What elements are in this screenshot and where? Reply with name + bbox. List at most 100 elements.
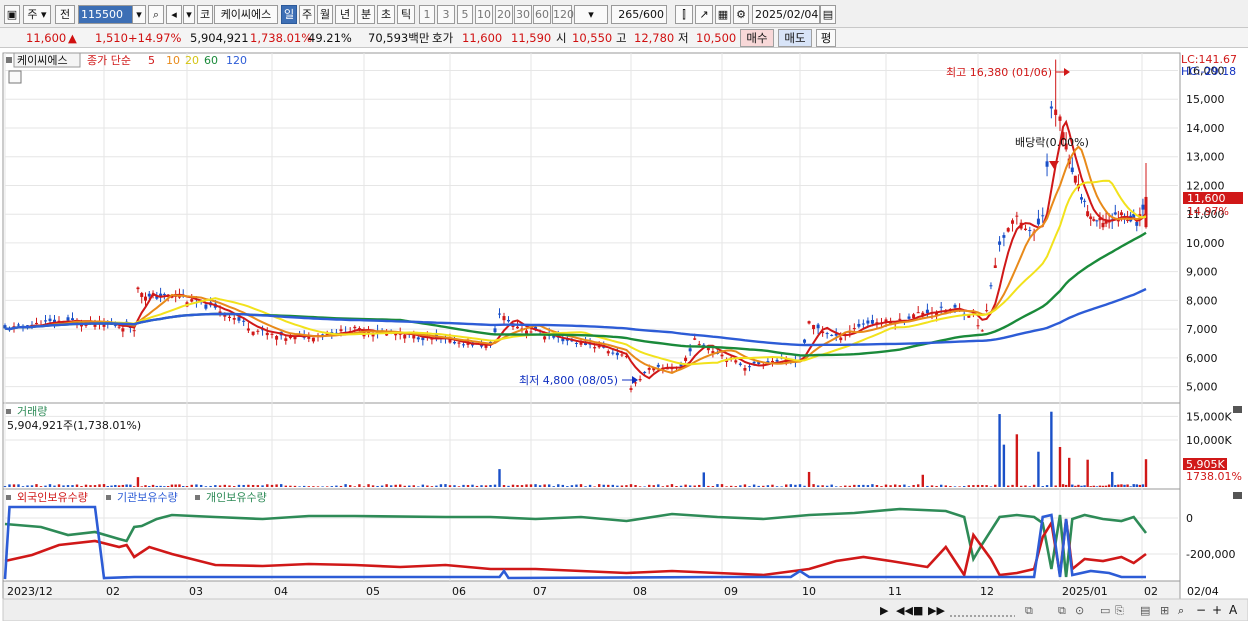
calendar-icon[interactable]: ▤ [820, 5, 836, 24]
volume-menu-icon[interactable] [6, 409, 11, 414]
candle-body [734, 360, 738, 363]
interval-1[interactable]: 1 [419, 5, 435, 24]
volume-bar [228, 485, 231, 487]
volume-bar [1141, 484, 1145, 487]
interval-60[interactable]: 60 [533, 5, 551, 24]
volume-tick-label: 15,000K [1186, 410, 1232, 423]
candle-body [394, 333, 398, 336]
pin-icon[interactable]: ⊙ [1075, 604, 1084, 617]
search-icon[interactable]: ⌕ [148, 5, 164, 24]
holdings-menu-icon-2[interactable] [106, 495, 111, 500]
interval-20[interactable]: 20 [495, 5, 513, 24]
draw-tool-icon[interactable]: ↗ [695, 5, 713, 24]
copy-icon[interactable]: ⎘ [1115, 604, 1124, 617]
candle-body [852, 328, 856, 330]
volume-bar [529, 484, 533, 487]
volume-bar [307, 486, 310, 487]
volume-bar [439, 484, 443, 487]
split-icon[interactable]: ⊞ [1160, 604, 1169, 617]
volume-bar [84, 484, 88, 487]
candle-body [1086, 211, 1090, 217]
balance-button[interactable]: 평 [816, 29, 836, 47]
period-week[interactable]: 주 [299, 5, 315, 24]
panel-menu-icon[interactable] [6, 57, 12, 63]
gear-icon[interactable]: ⚙ [733, 5, 749, 24]
date-input[interactable]: 2025/02/04 [752, 5, 820, 24]
volume-bar [1101, 485, 1105, 487]
window-menu-icon[interactable]: ▣ [4, 5, 20, 24]
volume-bar [1068, 457, 1071, 487]
prev-button[interactable]: 전 [55, 5, 75, 24]
volume-bar [593, 486, 596, 487]
holdings-close-icon[interactable] [1233, 492, 1242, 499]
holdings-menu-icon[interactable] [6, 495, 11, 500]
grid-icon[interactable]: ▦ [715, 5, 731, 24]
period-month[interactable]: 월 [317, 5, 333, 24]
candle-body [1002, 235, 1006, 238]
volume-bar [702, 472, 705, 487]
volume-bar [448, 485, 452, 487]
zoom-in-icon[interactable]: + [1212, 603, 1222, 617]
period-minute[interactable]: 분 [357, 5, 375, 24]
sell-button[interactable]: 매도 [778, 29, 812, 47]
period-tick[interactable]: 틱 [397, 5, 415, 24]
interval-30[interactable]: 30 [514, 5, 532, 24]
calculator-icon[interactable] [8, 70, 22, 84]
chart-area[interactable]: 16,000 15,000 14,000 13,000 12,000 11,000 10,0… [0, 49, 1248, 622]
layout-icon[interactable]: ⧉ [1025, 604, 1033, 617]
holdings-tick-label: 0 [1186, 512, 1193, 525]
period-second[interactable]: 초 [377, 5, 395, 24]
speaker-icon[interactable]: ◂ [166, 5, 182, 24]
volume-ratio: 1,738.01% [250, 31, 313, 45]
window-icon[interactable]: ▭ [1100, 604, 1110, 617]
font-size-icon[interactable]: A [1229, 603, 1238, 617]
compare-icon[interactable]: ⧉ [1058, 604, 1066, 617]
kor-button[interactable]: 코 [197, 5, 213, 24]
volume-bar [940, 484, 943, 487]
price-tick-label: 10,000 [1186, 237, 1225, 250]
volume-bar [661, 486, 665, 487]
volume-bar [575, 484, 578, 487]
volume-bar [344, 484, 347, 487]
zoom-out-icon[interactable]: − [1196, 603, 1206, 617]
candle-body [857, 323, 861, 327]
speaker-dropdown-icon[interactable]: ▾ [183, 5, 195, 24]
volume-bar [174, 484, 177, 487]
volume-bar [144, 485, 147, 487]
volume-bar [303, 485, 306, 487]
volume-bar [616, 485, 619, 487]
rewind-icon[interactable]: ◀◀ [896, 604, 913, 617]
market-code: 주 [27, 8, 38, 21]
interval-120[interactable]: 120 [552, 5, 574, 24]
stop-icon[interactable]: ■ [913, 604, 923, 617]
holdings-series-foreign: 외국인보유수량 [17, 491, 88, 504]
volume-bar [251, 484, 255, 487]
bar-count-field[interactable]: 265/600 [611, 5, 667, 24]
volume-close-icon[interactable] [1233, 406, 1242, 413]
volume-bar [1135, 484, 1138, 487]
candle-body [507, 319, 510, 322]
volume-bar [8, 484, 11, 487]
volume-bar [417, 486, 420, 487]
volume-bar [462, 484, 465, 487]
buy-button[interactable]: 매수 [740, 29, 774, 47]
custom-interval-select[interactable]: ▾ [574, 5, 608, 24]
market-select[interactable]: 주 ▾ [23, 5, 51, 24]
chevron-down-icon[interactable]: ▾ [132, 5, 146, 24]
current-price: 11,600 [26, 31, 67, 45]
forward-icon[interactable]: ▶▶ [928, 604, 945, 617]
panel-icon[interactable]: ▤ [1140, 604, 1150, 617]
interval-3[interactable]: 3 [437, 5, 455, 24]
volume-bar [762, 485, 765, 487]
volume-bar [757, 485, 760, 487]
candle-style-icon[interactable]: ⫿ [675, 5, 693, 24]
volume-bar [247, 484, 250, 487]
play-icon[interactable]: ▶ [880, 604, 889, 617]
interval-5[interactable]: 5 [457, 5, 473, 24]
interval-10[interactable]: 10 [475, 5, 493, 24]
zoom-icon[interactable]: ⌕ [1178, 604, 1184, 617]
holdings-menu-icon-3[interactable] [195, 495, 200, 500]
ma-10: 10 [166, 54, 180, 67]
period-day[interactable]: 일 [281, 5, 297, 24]
period-year[interactable]: 년 [335, 5, 355, 24]
